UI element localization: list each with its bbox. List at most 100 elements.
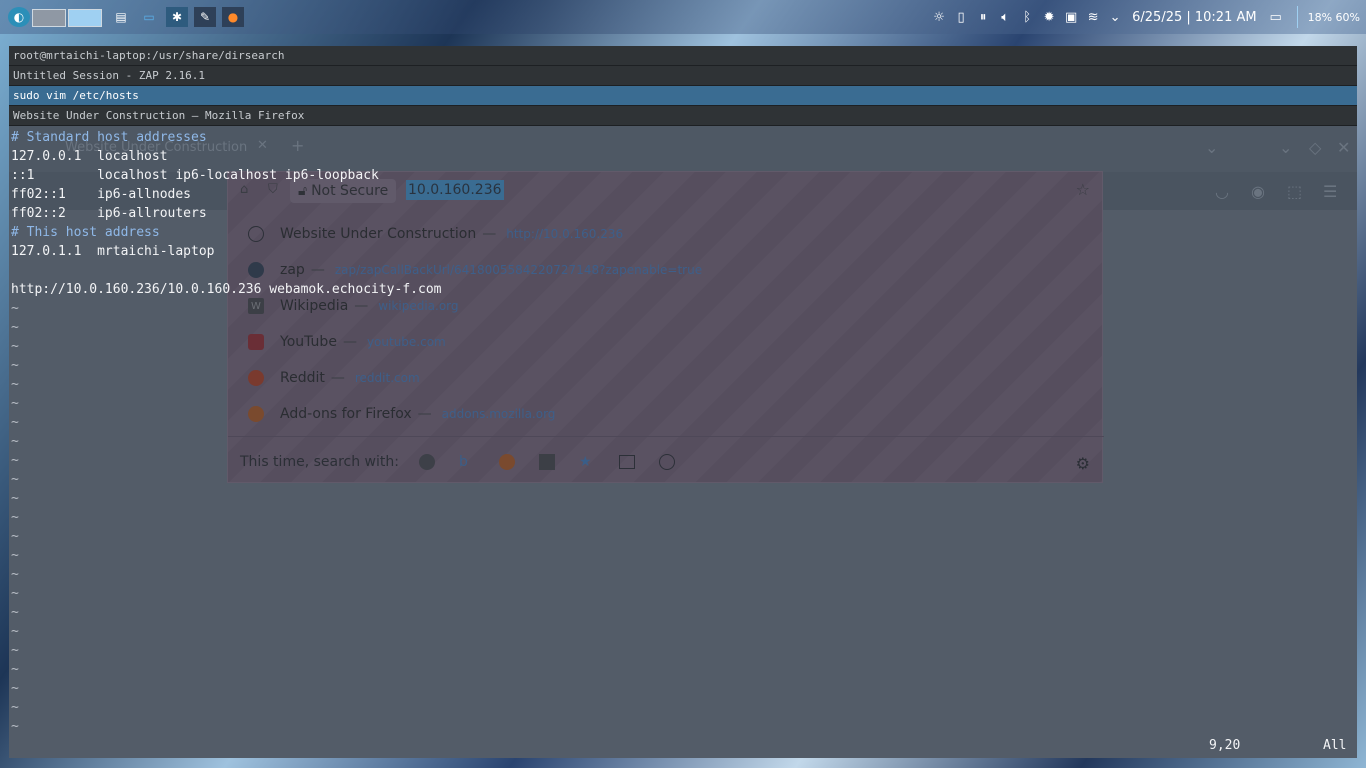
- suggestion-row[interactable]: Website Under Construction — http://10.0.…: [228, 216, 1104, 252]
- wifi-icon[interactable]: ≋: [1082, 6, 1104, 28]
- close-tab-icon[interactable]: ✕: [257, 138, 268, 153]
- window-tab-firefox[interactable]: Website Under Construction — Mozilla Fir…: [9, 106, 1357, 126]
- media-pause-icon[interactable]: ⏸: [972, 6, 994, 28]
- suggestion-row[interactable]: Add-ons for Firefox — addons.mozilla.org: [228, 396, 1104, 432]
- window-tab-dirsearch[interactable]: root@mrtaichi-laptop:/usr/share/dirsearc…: [9, 46, 1357, 66]
- pen-icon[interactable]: ✎: [194, 7, 216, 27]
- terminal-icon[interactable]: ▤: [110, 7, 132, 27]
- screen-icon[interactable]: ▣: [1060, 6, 1082, 28]
- vim-empty-line: ~: [11, 396, 19, 411]
- folder-icon[interactable]: ▭: [138, 7, 160, 27]
- suggestion-url: zap/zapCallBackUrl/6418005584220727148?z…: [334, 263, 703, 277]
- bookmark-star-icon[interactable]: ☆: [1076, 180, 1090, 199]
- vim-empty-line: ~: [11, 339, 19, 354]
- suggestion-row[interactable]: Reddit — reddit.com: [228, 360, 1104, 396]
- suggestion-url: youtube.com: [366, 335, 446, 349]
- maximize-icon[interactable]: ◇: [1309, 138, 1321, 157]
- suggestion-url: reddit.com: [354, 371, 420, 385]
- vim-empty-line: ~: [11, 472, 19, 487]
- vim-line: 127.0.0.1 localhost: [11, 149, 168, 164]
- clipboard-icon[interactable]: ▯: [950, 6, 972, 28]
- reddit-icon: [248, 370, 264, 386]
- vim-line: ::1 localhost ip6-localhost ip6-loopback: [11, 168, 379, 183]
- new-tab-icon[interactable]: +: [291, 136, 304, 155]
- not-secure-label: Not Secure: [311, 183, 389, 199]
- vim-empty-line: ~: [11, 567, 19, 582]
- tabs-icon[interactable]: [618, 455, 635, 469]
- url-dropdown: ⌂ ⛉ 🔓︎ Not Secure 10.0.160.236 ☆ Website…: [227, 171, 1104, 483]
- bluetooth-icon[interactable]: ᛒ: [1016, 6, 1038, 28]
- tab-list-icon[interactable]: ⌄: [1205, 138, 1218, 157]
- lock-icon: 🔓︎: [298, 183, 308, 199]
- window-tab-vim[interactable]: sudo vim /etc/hosts: [9, 86, 1357, 106]
- menu-icon[interactable]: ☰: [1323, 182, 1337, 201]
- history-icon[interactable]: [658, 454, 675, 470]
- vim-empty-line: ~: [11, 453, 19, 468]
- volume-icon[interactable]: 🔈︎: [994, 6, 1016, 28]
- brightness-icon[interactable]: ✹: [1038, 6, 1060, 28]
- vim-empty-line: ~: [11, 643, 19, 658]
- bing-icon[interactable]: b: [459, 454, 475, 470]
- google-icon[interactable]: [418, 454, 435, 470]
- vim-empty-line: ~: [11, 301, 19, 316]
- show-desktop-icon[interactable]: ▭: [1265, 6, 1287, 28]
- minimize-icon[interactable]: ⌄: [1279, 138, 1292, 157]
- vim-empty-line: ~: [11, 624, 19, 639]
- top-panel: ◐ ▤ ▭ ✱ ✎ ● ☼ ▯ ⏸ 🔈︎ ᛒ ✹ ▣ ≋ ⌄ 6/25/25 |…: [0, 0, 1366, 34]
- bookmarks-icon[interactable]: ★: [579, 454, 595, 470]
- suggestion-title: YouTube: [280, 334, 337, 350]
- vim-line: # This host address: [11, 225, 160, 240]
- system-tray: ☼ ▯ ⏸ 🔈︎ ᛒ ✹ ▣ ≋ ⌄ 6/25/25 | 10:21 AM ▭ …: [928, 0, 1366, 34]
- vim-empty-line: ~: [11, 358, 19, 373]
- vim-line: 127.0.1.1 mrtaichi-laptop: [11, 244, 215, 259]
- notifications-icon[interactable]: ☼: [928, 6, 950, 28]
- vim-empty-line: ~: [11, 662, 19, 677]
- scroll-position: All: [1323, 738, 1347, 753]
- chevron-down-icon[interactable]: ⌄: [1104, 6, 1126, 28]
- battery-status[interactable]: 18% 60%: [1308, 11, 1360, 24]
- account-icon[interactable]: ◉: [1251, 182, 1265, 201]
- suggestion-title: Wikipedia: [280, 298, 349, 314]
- app-launcher-icon[interactable]: ◐: [8, 7, 30, 27]
- vim-line: ff02::2 ip6-allrouters: [11, 206, 207, 221]
- vim-empty-line: ~: [11, 681, 19, 696]
- vim-empty-line: ~: [11, 434, 19, 449]
- suggestion-url: wikipedia.org: [378, 299, 459, 313]
- search-engines-bar: This time, search with: b ★: [240, 452, 675, 472]
- vim-empty-line: ~: [11, 529, 19, 544]
- search-settings-icon[interactable]: ⚙: [1076, 454, 1090, 473]
- clock[interactable]: 6/25/25 | 10:21 AM: [1132, 10, 1256, 25]
- extensions-icon[interactable]: ⬚: [1287, 182, 1302, 201]
- url-input[interactable]: 10.0.160.236: [406, 180, 504, 200]
- vim-line-cursor: http://10.0.160.236/10.0.160.236 webamok…: [11, 282, 442, 297]
- desktop-2[interactable]: [68, 9, 102, 27]
- vim-empty-line: ~: [11, 491, 19, 506]
- duckduckgo-icon[interactable]: [498, 454, 515, 470]
- vim-empty-line: ~: [11, 320, 19, 335]
- vim-empty-line: ~: [11, 605, 19, 620]
- suggestion-row[interactable]: YouTube — youtube.com: [228, 324, 1104, 360]
- firefox-icon: [248, 406, 264, 422]
- suggestion-url: addons.mozilla.org: [441, 407, 556, 421]
- suggestion-title: Reddit: [280, 370, 325, 386]
- vim-empty-line: ~: [11, 548, 19, 563]
- zap-icon: [248, 262, 264, 278]
- youtube-icon: [248, 334, 264, 350]
- search-with-label: This time, search with:: [240, 454, 399, 470]
- vim-empty-line: ~: [11, 586, 19, 601]
- close-window-icon[interactable]: ✕: [1337, 138, 1350, 157]
- wikipedia-icon: W: [248, 298, 264, 314]
- desktop-1[interactable]: [32, 9, 66, 27]
- pocket-icon[interactable]: ◡: [1215, 182, 1229, 201]
- zap-task-icon[interactable]: ✱: [166, 7, 188, 27]
- vim-line: # Standard host addresses: [11, 130, 207, 145]
- window-tab-zap[interactable]: Untitled Session - ZAP 2.16.1: [9, 66, 1357, 86]
- wikipedia-search-icon[interactable]: [538, 454, 555, 470]
- firefox-task-icon[interactable]: ●: [222, 7, 244, 27]
- vim-empty-line: ~: [11, 510, 19, 525]
- suggestion-title: Add-ons for Firefox: [280, 406, 412, 422]
- globe-icon: [248, 226, 264, 242]
- vim-empty-line: ~: [11, 700, 19, 715]
- cursor-position: 9,20: [1209, 738, 1241, 753]
- suggestion-url: http://10.0.160.236: [506, 227, 624, 241]
